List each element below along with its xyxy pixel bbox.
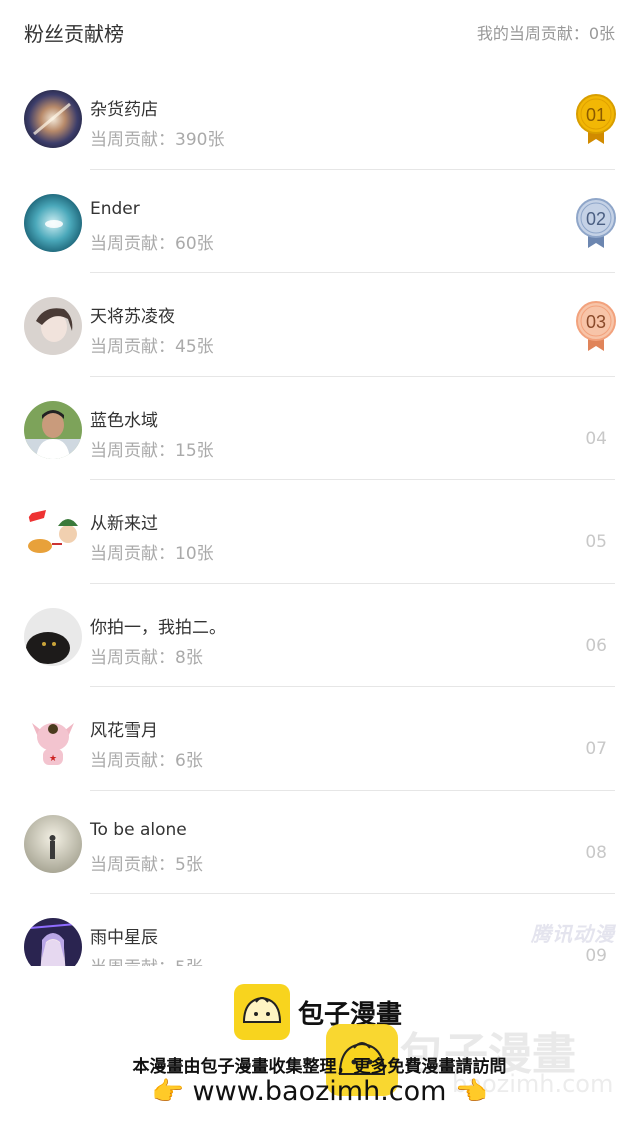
fan-contribution: 当周贡献：5张 [90, 854, 203, 875]
rank-number: 09 [585, 946, 607, 966]
fan-contribution: 当周贡献：60张 [90, 233, 214, 254]
medal-rank: 01 [586, 105, 606, 125]
pointing-hand-icon: 👈 [455, 1077, 488, 1107]
avatar[interactable] [24, 193, 82, 252]
list-item[interactable]: Ender 当周贡献：60张 02 [0, 170, 639, 273]
fan-ranking-list: 杂货药店 当周贡献：390张 01 Ender 当周贡献：60张 02 天将苏凌… [0, 66, 639, 966]
rank-number: 04 [585, 428, 607, 449]
footer-banner: 包子漫畫 包子漫畫 baozimh.com 本漫畫由包子漫畫收集整理，更多免費漫… [0, 966, 639, 1125]
rank-number: 08 [585, 842, 607, 863]
avatar[interactable]: ★ [24, 711, 82, 769]
list-item[interactable]: 你拍一，我拍二。 当周贡献：8张 06 [0, 584, 639, 687]
tencent-watermark: 腾讯动漫 [531, 922, 615, 946]
fan-name: 杂货药店 [90, 100, 158, 120]
my-contribution: 我的当周贡献：0张 [476, 24, 615, 43]
bronze-medal-icon: 03 [575, 301, 617, 353]
fan-contribution: 当周贡献：15张 [90, 440, 214, 461]
avatar[interactable] [24, 814, 82, 873]
rank-number: 07 [585, 739, 607, 759]
fan-name: 风花雪月 [90, 721, 158, 741]
pointing-hand-icon: 👉 [151, 1077, 184, 1107]
list-item[interactable]: 蓝色水域 当周贡献：15张 04 [0, 377, 639, 480]
fan-contribution: 当周贡献：10张 [90, 544, 214, 564]
fan-contribution: 当周贡献：45张 [90, 337, 214, 357]
list-item[interactable]: 天将苏凌夜 当周贡献：45张 03 [0, 273, 639, 377]
footer-url-line[interactable]: 👉 www.baozimh.com 👈 [0, 1076, 639, 1107]
fan-name: 你拍一，我拍二。 [90, 617, 226, 638]
fan-name: 雨中星辰 [90, 928, 158, 948]
medal-rank: 03 [586, 312, 606, 332]
avatar[interactable] [24, 607, 82, 666]
avatar[interactable] [24, 918, 82, 966]
silver-medal-icon: 02 [575, 197, 617, 250]
fan-name: 从新来过 [90, 514, 158, 534]
medal-rank: 02 [586, 209, 606, 229]
fan-contribution: 当周贡献：6张 [90, 751, 203, 771]
fan-name: To be alone [90, 819, 187, 840]
fan-contribution: 当周贡献：5张 [90, 953, 203, 966]
avatar[interactable] [24, 297, 82, 355]
rank-number: 05 [585, 532, 607, 552]
rank-number: 06 [585, 635, 607, 656]
avatar[interactable] [24, 400, 82, 459]
fan-name: Ender [90, 198, 140, 219]
svg-text:★: ★ [49, 754, 57, 764]
list-item[interactable]: 杂货药店 当周贡献：390张 01 [0, 66, 639, 170]
list-item[interactable]: To be alone 当周贡献：5张 08 [0, 791, 639, 894]
gold-medal-icon: 01 [575, 94, 617, 146]
header: 粉丝贡献榜 我的当周贡献：0张 [0, 0, 639, 64]
footer-notice: 本漫畫由包子漫畫收集整理，更多免費漫畫請訪問 [132, 1057, 507, 1077]
list-item[interactable]: 从新来过 当周贡献：10张 05 [0, 480, 639, 584]
avatar[interactable] [24, 504, 82, 562]
fan-contribution: 当周贡献：8张 [90, 647, 203, 668]
fan-name: 蓝色水域 [90, 410, 158, 431]
avatar[interactable] [24, 90, 82, 148]
list-item[interactable]: ★ 风花雪月 当周贡献：6张 07 [0, 687, 639, 791]
fan-contribution: 当周贡献：390张 [90, 130, 225, 150]
page-title: 粉丝贡献榜 [24, 22, 124, 46]
fan-name: 天将苏凌夜 [90, 307, 175, 327]
footer-url[interactable]: www.baozimh.com [193, 1076, 447, 1107]
baozi-logo-icon [234, 984, 290, 1040]
